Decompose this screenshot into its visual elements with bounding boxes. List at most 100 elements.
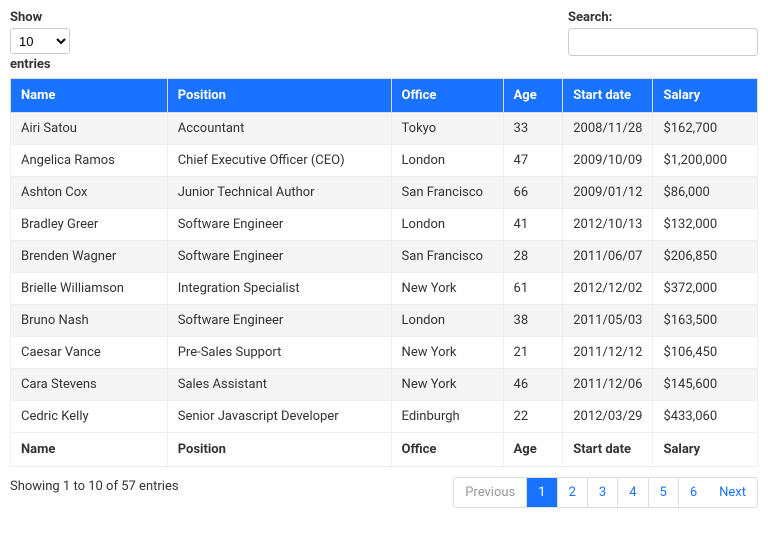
- search-input[interactable]: [568, 28, 758, 56]
- column-header-position[interactable]: Position: [167, 79, 391, 113]
- table-row: Brenden WagnerSoftware EngineerSan Franc…: [11, 241, 758, 273]
- cell-salary: $106,450: [653, 337, 758, 369]
- cell-name: Brielle Williamson: [11, 273, 168, 305]
- pagination: Previous 123456 Next: [453, 477, 758, 508]
- cell-name: Airi Satou: [11, 113, 168, 145]
- page-button-6[interactable]: 6: [679, 478, 708, 507]
- show-label: Show: [10, 10, 70, 25]
- cell-office: Tokyo: [391, 113, 503, 145]
- cell-start: 2012/10/13: [563, 209, 653, 241]
- page-button-4[interactable]: 4: [618, 478, 648, 507]
- cell-age: 21: [503, 337, 563, 369]
- cell-start: 2011/12/12: [563, 337, 653, 369]
- column-footer-salary: Salary: [653, 433, 758, 467]
- column-header-start-date[interactable]: Start date: [563, 79, 653, 113]
- cell-age: 66: [503, 177, 563, 209]
- cell-salary: $162,700: [653, 113, 758, 145]
- table-row: Angelica RamosChief Executive Officer (C…: [11, 145, 758, 177]
- cell-age: 47: [503, 145, 563, 177]
- page-button-1[interactable]: 1: [527, 478, 557, 507]
- cell-age: 46: [503, 369, 563, 401]
- page-size-select[interactable]: 10: [10, 28, 70, 54]
- column-footer-age: Age: [503, 433, 563, 467]
- cell-position: Software Engineer: [167, 305, 391, 337]
- cell-office: London: [391, 145, 503, 177]
- previous-button[interactable]: Previous: [454, 478, 527, 507]
- cell-start: 2011/06/07: [563, 241, 653, 273]
- column-footer-position: Position: [167, 433, 391, 467]
- page-button-3[interactable]: 3: [588, 478, 618, 507]
- table-row: Cara StevensSales AssistantNew York46201…: [11, 369, 758, 401]
- cell-name: Ashton Cox: [11, 177, 168, 209]
- cell-office: New York: [391, 337, 503, 369]
- table-row: Cedric KellySenior Javascript DeveloperE…: [11, 401, 758, 433]
- cell-office: New York: [391, 273, 503, 305]
- cell-salary: $86,000: [653, 177, 758, 209]
- cell-name: Cara Stevens: [11, 369, 168, 401]
- cell-age: 22: [503, 401, 563, 433]
- column-footer-start-date: Start date: [563, 433, 653, 467]
- cell-start: 2008/11/28: [563, 113, 653, 145]
- cell-office: San Francisco: [391, 177, 503, 209]
- cell-age: 38: [503, 305, 563, 337]
- cell-salary: $132,000: [653, 209, 758, 241]
- cell-position: Accountant: [167, 113, 391, 145]
- cell-name: Angelica Ramos: [11, 145, 168, 177]
- cell-start: 2012/03/29: [563, 401, 653, 433]
- cell-office: Edinburgh: [391, 401, 503, 433]
- cell-salary: $163,500: [653, 305, 758, 337]
- cell-office: San Francisco: [391, 241, 503, 273]
- next-button[interactable]: Next: [708, 478, 757, 507]
- cell-salary: $1,200,000: [653, 145, 758, 177]
- length-control: Show 10 entries: [10, 10, 70, 72]
- table-row: Ashton CoxJunior Technical AuthorSan Fra…: [11, 177, 758, 209]
- cell-age: 61: [503, 273, 563, 305]
- cell-start: 2009/01/12: [563, 177, 653, 209]
- cell-name: Caesar Vance: [11, 337, 168, 369]
- column-header-office[interactable]: Office: [391, 79, 503, 113]
- search-control: Search:: [568, 10, 758, 56]
- column-footer-office: Office: [391, 433, 503, 467]
- cell-salary: $145,600: [653, 369, 758, 401]
- cell-position: Junior Technical Author: [167, 177, 391, 209]
- column-header-salary[interactable]: Salary: [653, 79, 758, 113]
- cell-position: Integration Specialist: [167, 273, 391, 305]
- cell-office: New York: [391, 369, 503, 401]
- column-footer-name: Name: [11, 433, 168, 467]
- info-text: Showing 1 to 10 of 57 entries: [10, 477, 179, 494]
- cell-position: Senior Javascript Developer: [167, 401, 391, 433]
- page-button-2[interactable]: 2: [558, 478, 588, 507]
- table-row: Brielle WilliamsonIntegration Specialist…: [11, 273, 758, 305]
- cell-position: Chief Executive Officer (CEO): [167, 145, 391, 177]
- cell-name: Bradley Greer: [11, 209, 168, 241]
- search-label: Search:: [568, 10, 758, 25]
- cell-salary: $206,850: [653, 241, 758, 273]
- table-row: Caesar VancePre-Sales SupportNew York212…: [11, 337, 758, 369]
- cell-salary: $372,000: [653, 273, 758, 305]
- cell-position: Pre-Sales Support: [167, 337, 391, 369]
- cell-age: 28: [503, 241, 563, 273]
- cell-salary: $433,060: [653, 401, 758, 433]
- page-button-5[interactable]: 5: [649, 478, 679, 507]
- cell-office: London: [391, 209, 503, 241]
- cell-name: Cedric Kelly: [11, 401, 168, 433]
- cell-office: London: [391, 305, 503, 337]
- cell-age: 41: [503, 209, 563, 241]
- table-row: Airi SatouAccountantTokyo332008/11/28$16…: [11, 113, 758, 145]
- cell-position: Sales Assistant: [167, 369, 391, 401]
- cell-name: Bruno Nash: [11, 305, 168, 337]
- column-header-age[interactable]: Age: [503, 79, 563, 113]
- data-table: Name Position Office Age Start date Sala…: [10, 78, 758, 467]
- column-header-name[interactable]: Name: [11, 79, 168, 113]
- cell-start: 2012/12/02: [563, 273, 653, 305]
- table-row: Bruno NashSoftware EngineerLondon382011/…: [11, 305, 758, 337]
- cell-start: 2011/05/03: [563, 305, 653, 337]
- cell-position: Software Engineer: [167, 241, 391, 273]
- cell-position: Software Engineer: [167, 209, 391, 241]
- table-row: Bradley GreerSoftware EngineerLondon4120…: [11, 209, 758, 241]
- cell-name: Brenden Wagner: [11, 241, 168, 273]
- cell-age: 33: [503, 113, 563, 145]
- entries-label: entries: [10, 57, 70, 72]
- cell-start: 2011/12/06: [563, 369, 653, 401]
- cell-start: 2009/10/09: [563, 145, 653, 177]
